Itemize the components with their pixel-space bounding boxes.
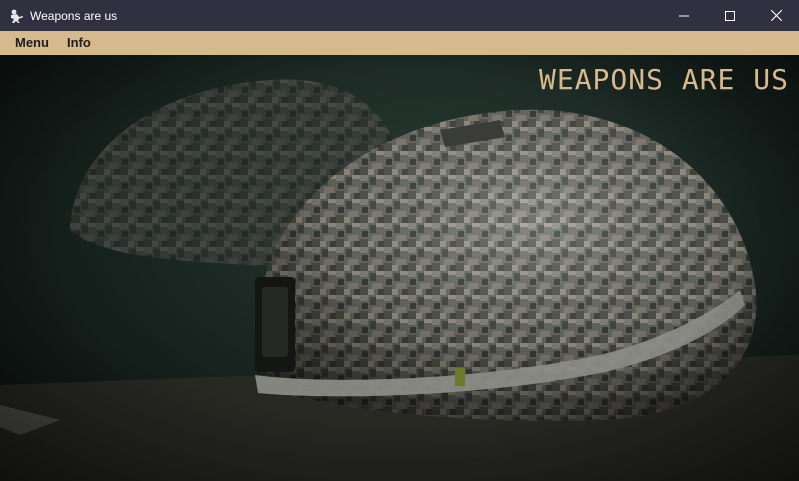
menu-item-menu[interactable]: Menu [6,31,58,55]
soldier-icon [7,7,25,25]
minimize-button[interactable] [661,0,707,31]
window-title: Weapons are us [30,8,118,23]
camouflage-helmets-photo [0,55,799,481]
menu-item-info[interactable]: Info [58,31,100,55]
minimize-icon [679,15,689,16]
menu-bar: Menu Info [0,31,799,55]
close-button[interactable] [753,0,799,31]
hero-section: WEAPONS ARE US [0,55,799,481]
app-window: Weapons are us Menu Info WEAPONS ARE US [0,0,799,481]
maximize-button[interactable] [707,0,753,31]
title-bar[interactable]: Weapons are us [0,0,799,31]
maximize-icon [725,10,735,21]
close-icon [770,10,782,21]
window-controls [661,0,799,31]
hero-heading: WEAPONS ARE US [538,63,789,96]
